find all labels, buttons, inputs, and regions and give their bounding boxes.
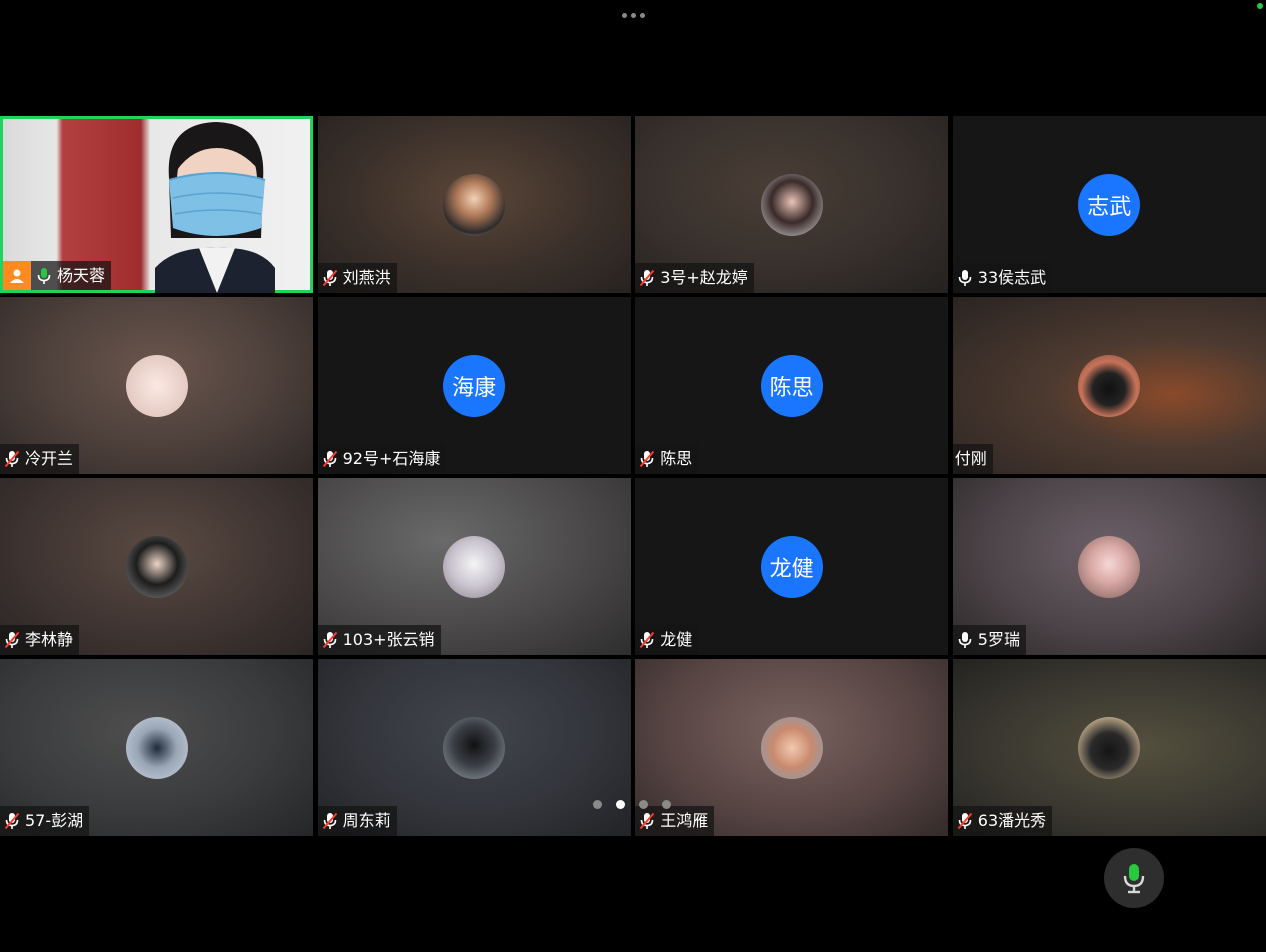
dot xyxy=(630,12,636,18)
participant-name-tag: 龙健 xyxy=(635,625,699,655)
microphone-muted-icon xyxy=(957,812,973,830)
participant-tile[interactable]: 冷开兰 xyxy=(0,297,313,474)
participant-name: 63潘光秀 xyxy=(977,811,1047,830)
participant-name: 92号+石海康 xyxy=(342,449,441,468)
participant-name: 杨天蓉 xyxy=(57,265,106,285)
microphone-muted-icon xyxy=(4,631,20,649)
microphone-muted-icon xyxy=(639,631,655,649)
participant-name: 王鸿雁 xyxy=(660,811,709,830)
meeting-window: 杨天蓉 刘燕洪 3号+赵龙婷 志武 33侯志武 冷开兰 海康 92号+石海康 陈… xyxy=(0,0,1266,952)
participant-name: 李林静 xyxy=(25,630,74,649)
page-dot-4[interactable] xyxy=(662,800,671,809)
participant-grid: 杨天蓉 刘燕洪 3号+赵龙婷 志武 33侯志武 冷开兰 海康 92号+石海康 陈… xyxy=(0,116,1266,836)
participant-name-tag: 92号+石海康 xyxy=(317,444,447,474)
microphone-muted-icon xyxy=(322,269,337,287)
participant-avatar xyxy=(1078,716,1141,779)
participant-tile[interactable]: 志武 33侯志武 xyxy=(952,116,1266,293)
participant-name: 刘燕洪 xyxy=(342,268,391,287)
participant-tile[interactable]: 103+张云销 xyxy=(317,478,631,655)
microphone-muted-icon xyxy=(639,812,655,830)
participant-avatar xyxy=(443,173,506,236)
participant-name-tag: 李林静 xyxy=(0,625,80,655)
participant-tile[interactable]: 周东莉 xyxy=(317,659,631,836)
participant-name-tag: 63潘光秀 xyxy=(952,806,1053,836)
participant-tile[interactable]: 李林静 xyxy=(0,478,313,655)
participant-name: 5罗瑞 xyxy=(977,630,1020,649)
participant-tile[interactable]: 刘燕洪 xyxy=(317,116,631,293)
participant-name: 周东莉 xyxy=(342,811,391,830)
initials-avatar: 海康 xyxy=(443,354,506,417)
participant-name: 57-彭湖 xyxy=(25,811,84,830)
initials-avatar: 龙健 xyxy=(760,535,823,598)
dot xyxy=(621,12,627,18)
dot xyxy=(639,12,645,18)
participant-name-tag: 57-彭湖 xyxy=(0,806,90,836)
microphone-muted-icon xyxy=(322,812,337,830)
host-badge-icon xyxy=(3,261,31,290)
participant-name-tag: 5罗瑞 xyxy=(952,625,1026,655)
participant-avatar xyxy=(125,354,188,417)
microphone-muted-icon xyxy=(4,812,20,830)
microphone-muted-icon xyxy=(639,269,655,287)
more-options-button[interactable] xyxy=(613,4,653,26)
participant-tile[interactable]: 海康 92号+石海康 xyxy=(317,297,631,474)
participant-name: 33侯志武 xyxy=(977,268,1047,287)
participant-avatar xyxy=(1078,354,1141,417)
participant-name-tag: 王鸿雁 xyxy=(635,806,715,836)
participant-tile[interactable]: 5罗瑞 xyxy=(952,478,1266,655)
initials-avatar: 陈思 xyxy=(760,354,823,417)
microphone-on-icon xyxy=(958,270,972,286)
participant-tile-self[interactable]: 杨天蓉 xyxy=(0,116,313,293)
microphone-toggle-button[interactable] xyxy=(1104,848,1164,908)
participant-avatar xyxy=(760,716,823,779)
page-dot-2[interactable] xyxy=(616,800,625,809)
page-dot-1[interactable] xyxy=(593,800,602,809)
participant-name-tag: 刘燕洪 xyxy=(317,263,397,293)
participant-tile[interactable]: 王鸿雁 xyxy=(635,659,949,836)
participant-avatar xyxy=(125,535,188,598)
recording-status-dot xyxy=(1257,3,1263,9)
participant-name-tag: 陈思 xyxy=(635,444,699,474)
participant-name: 冷开兰 xyxy=(25,449,74,468)
participant-name: 103+张云销 xyxy=(342,630,435,649)
participant-name: 龙健 xyxy=(660,630,693,649)
microphone-on-icon xyxy=(958,632,972,648)
microphone-muted-icon xyxy=(4,450,20,468)
page-indicator xyxy=(593,800,671,809)
participant-name: 陈思 xyxy=(660,449,693,468)
microphone-on-icon xyxy=(37,267,51,284)
participant-tile[interactable]: 付刚 xyxy=(952,297,1266,474)
microphone-muted-icon xyxy=(322,631,337,649)
initials-avatar: 志武 xyxy=(1078,173,1141,236)
participant-name-tag: 周东莉 xyxy=(317,806,397,836)
participant-tile[interactable]: 龙健 龙健 xyxy=(635,478,949,655)
participant-avatar xyxy=(760,173,823,236)
participant-name-tag: 冷开兰 xyxy=(0,444,80,474)
participant-avatar xyxy=(1078,535,1141,598)
participant-name-tag: 3号+赵龙婷 xyxy=(635,263,754,293)
participant-tile[interactable]: 3号+赵龙婷 xyxy=(635,116,949,293)
participant-name: 3号+赵龙婷 xyxy=(660,268,748,287)
participant-name-tag: 杨天蓉 xyxy=(3,261,112,290)
participant-name-tag: 103+张云销 xyxy=(317,625,441,655)
participant-avatar xyxy=(443,716,506,779)
participant-avatar xyxy=(125,716,188,779)
participant-tile[interactable]: 57-彭湖 xyxy=(0,659,313,836)
participant-tile[interactable]: 陈思 陈思 xyxy=(635,297,949,474)
participant-tile[interactable]: 63潘光秀 xyxy=(952,659,1266,836)
participant-name-tag: 付刚 xyxy=(952,444,993,474)
participant-avatar xyxy=(443,535,506,598)
self-video-figure xyxy=(155,122,275,293)
microphone-muted-icon xyxy=(639,450,655,468)
microphone-muted-icon xyxy=(322,450,337,468)
participant-name: 付刚 xyxy=(954,449,987,468)
participant-name-tag: 33侯志武 xyxy=(952,263,1053,293)
page-dot-3[interactable] xyxy=(639,800,648,809)
microphone-icon xyxy=(1123,864,1145,894)
